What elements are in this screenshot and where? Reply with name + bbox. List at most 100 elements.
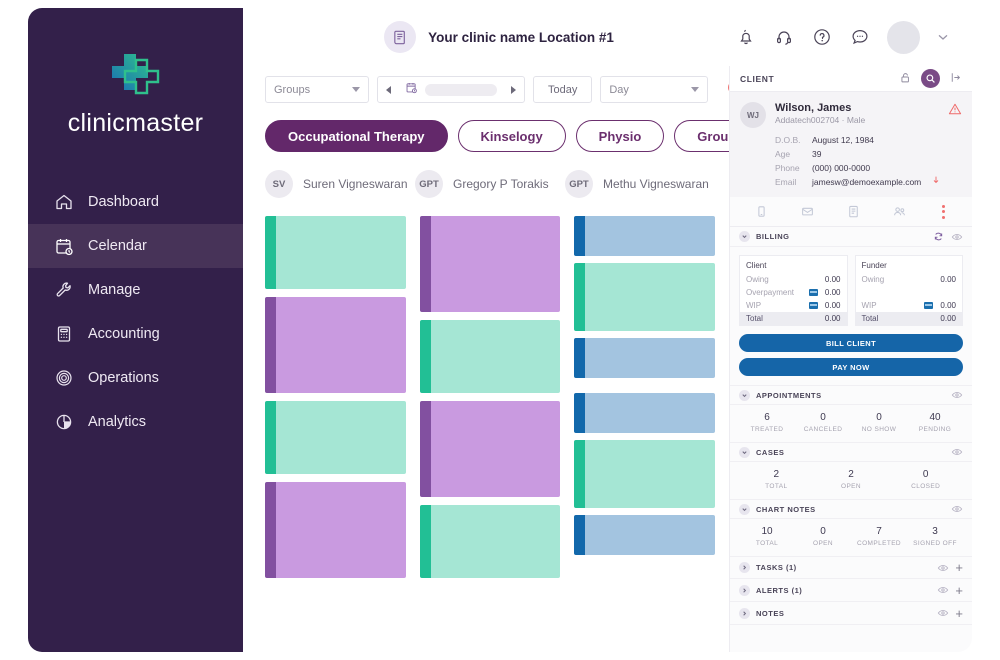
chevron-down-icon[interactable] xyxy=(739,446,750,458)
event-body xyxy=(585,440,716,508)
kebab-menu-icon[interactable] xyxy=(938,203,949,221)
chevron-right-icon[interactable] xyxy=(739,584,750,596)
chip-physio[interactable]: Physio xyxy=(575,120,665,152)
sidebar-item-celendar[interactable]: Celendar xyxy=(28,224,243,268)
alerts-section[interactable]: ALERTS (1) + xyxy=(730,579,972,602)
notes-section[interactable]: NOTES + xyxy=(730,602,972,625)
appointments-section-header: APPOINTMENTS xyxy=(730,385,972,405)
sidebar-item-accounting[interactable]: Accounting xyxy=(28,312,243,356)
practitioner-name: Suren Vigneswaran xyxy=(303,177,408,191)
eye-icon[interactable] xyxy=(937,562,949,574)
chevron-down-icon[interactable] xyxy=(739,231,750,242)
calendar-event-purple[interactable] xyxy=(265,482,406,578)
chevron-right-icon[interactable] xyxy=(739,607,750,619)
event-color-bar xyxy=(265,216,276,289)
billing-row-label: WIP xyxy=(746,301,762,310)
sidebar-item-dashboard[interactable]: Dashboard xyxy=(28,180,243,224)
today-button[interactable]: Today xyxy=(533,76,593,103)
help-circle-icon[interactable] xyxy=(811,26,833,48)
event-color-bar xyxy=(574,515,586,555)
client-profile-card[interactable]: WJ Wilson, James Addatech002704 · Male D… xyxy=(730,92,972,197)
bill-client-button[interactable]: BILL CLIENT xyxy=(739,334,963,352)
sidebar: clinicmaster Dashboard Celendar Manage A… xyxy=(28,8,243,652)
client-action-bar xyxy=(730,197,972,227)
eye-icon[interactable] xyxy=(951,503,963,515)
sidebar-item-manage[interactable]: Manage xyxy=(28,268,243,312)
avatar[interactable] xyxy=(887,20,920,54)
pay-now-button[interactable]: PAY NOW xyxy=(739,358,963,376)
stat-label: OPEN xyxy=(812,540,834,547)
eye-icon[interactable] xyxy=(937,607,949,619)
headset-icon[interactable] xyxy=(773,26,795,48)
calendar-event-blue[interactable] xyxy=(574,515,716,555)
billing-cards: Client Owing 0.00 Overpayment 0.00 WIP 0… xyxy=(730,247,972,326)
billing-row-amount: 0.00 xyxy=(824,288,841,297)
document-icon[interactable] xyxy=(846,204,861,219)
event-body xyxy=(276,216,406,289)
practitioner-column-header[interactable]: GPT Methu Vigneswaran xyxy=(564,170,715,198)
bell-icon[interactable] xyxy=(735,26,757,48)
field-value: (000) 000-0000 xyxy=(812,163,871,173)
event-body xyxy=(585,216,716,256)
plus-icon[interactable]: + xyxy=(955,607,963,620)
tasks-section[interactable]: TASKS (1) + xyxy=(730,556,972,579)
plus-icon[interactable]: + xyxy=(955,584,963,597)
envelope-icon[interactable] xyxy=(800,204,815,219)
billing-funder-card: Funder Owing 0.00 WIP 0.00 Total 0.00 xyxy=(854,255,963,326)
eye-icon[interactable] xyxy=(951,389,963,401)
field-label: Email xyxy=(775,177,797,187)
send-email-icon[interactable] xyxy=(931,175,941,189)
chat-bubble-icon[interactable] xyxy=(849,26,871,48)
calendar-event-green[interactable] xyxy=(419,320,561,393)
calendar-event-blue[interactable] xyxy=(574,216,716,256)
view-select[interactable]: Day xyxy=(600,76,709,103)
chevron-down-icon[interactable] xyxy=(936,30,950,44)
stat-item: 0 CANCELED xyxy=(795,412,851,433)
calendar-event-green[interactable] xyxy=(265,401,406,474)
refresh-icon[interactable] xyxy=(933,231,945,243)
calendar-event-blue[interactable] xyxy=(574,393,716,433)
stat-value: 6 xyxy=(764,412,770,423)
calendar-event-green[interactable] xyxy=(265,216,406,289)
chevron-down-icon[interactable] xyxy=(739,503,750,515)
calendar-event-purple[interactable] xyxy=(419,401,561,497)
people-icon[interactable] xyxy=(892,204,907,219)
clinic-name: Your clinic name Location #1 xyxy=(428,29,614,45)
unlock-icon[interactable] xyxy=(899,71,912,86)
event-color-bar xyxy=(419,216,431,312)
credit-card-icon xyxy=(808,289,818,296)
client-field-row: Age 39 xyxy=(775,147,962,161)
event-color-bar xyxy=(574,440,586,508)
prev-day-button[interactable] xyxy=(378,77,399,102)
field-value: August 12, 1984 xyxy=(812,135,874,145)
warning-triangle-icon[interactable] xyxy=(948,102,962,118)
calendar-event-purple[interactable] xyxy=(265,297,406,393)
next-day-button[interactable] xyxy=(503,77,524,102)
practitioner-column-header[interactable]: GPT Gregory P Torakis xyxy=(414,170,565,198)
calendar-event-purple[interactable] xyxy=(419,216,561,312)
stat-label: SIGNED OFF xyxy=(913,540,957,547)
client-field-row: Email jamesw@demoexample.com xyxy=(775,175,962,189)
logout-icon[interactable] xyxy=(949,71,962,86)
sidebar-item-operations[interactable]: Operations xyxy=(28,356,243,400)
eye-icon[interactable] xyxy=(951,446,963,458)
mobile-icon[interactable] xyxy=(754,204,769,219)
chip-kinselogy[interactable]: Kinselogy xyxy=(457,120,566,152)
plus-icon[interactable]: + xyxy=(955,561,963,574)
calendar-event-green[interactable] xyxy=(574,263,716,331)
groups-select[interactable]: Groups xyxy=(265,76,369,103)
eye-icon[interactable] xyxy=(937,584,949,596)
sidebar-item-analytics[interactable]: Analytics xyxy=(28,400,243,444)
chevron-right-icon[interactable] xyxy=(739,562,750,573)
date-picker[interactable] xyxy=(399,81,503,99)
search-icon[interactable] xyxy=(921,69,940,88)
field-label: D.O.B. xyxy=(775,135,801,145)
practitioner-column-header[interactable]: SV Suren Vigneswaran 1 xyxy=(265,170,428,198)
calendar-event-green[interactable] xyxy=(574,440,716,508)
chevron-down-icon[interactable] xyxy=(739,389,750,401)
calendar-event-blue[interactable] xyxy=(574,338,716,378)
chip-occupational-therapy[interactable]: Occupational Therapy xyxy=(265,120,448,152)
eye-icon[interactable] xyxy=(951,231,963,243)
calendar-event-green[interactable] xyxy=(419,505,561,578)
calendar-icon xyxy=(54,236,74,256)
